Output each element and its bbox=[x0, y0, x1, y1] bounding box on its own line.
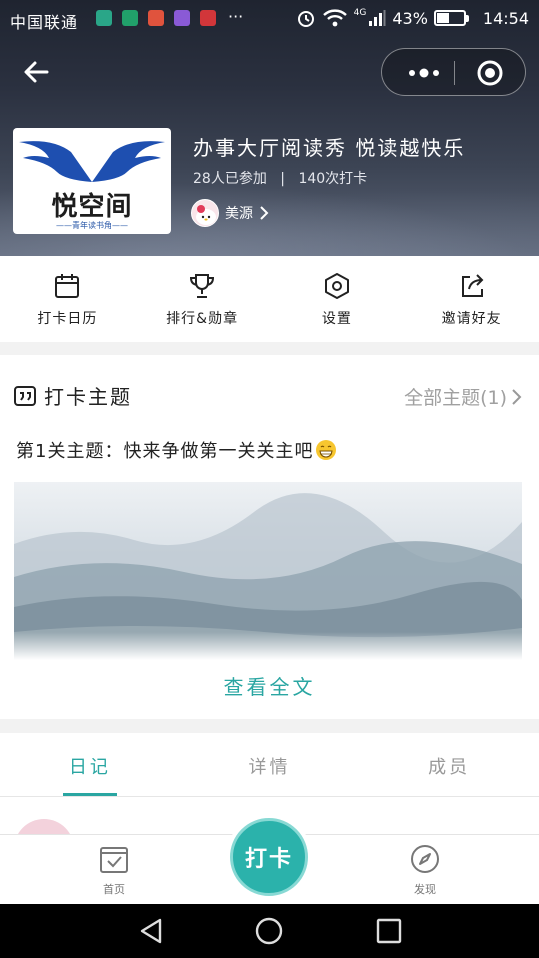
settings-button[interactable]: 设置 bbox=[270, 256, 405, 342]
group-owner[interactable]: 美源 bbox=[191, 199, 269, 227]
content-tabs: 日记 详情 成员 bbox=[0, 733, 539, 797]
tab-members[interactable]: 成员 bbox=[359, 733, 539, 796]
app-notification-icon bbox=[148, 10, 164, 26]
action-bar: 打卡日历 排行&勋章 设置 邀请好友 bbox=[0, 256, 539, 342]
app-notification-icon bbox=[96, 10, 112, 26]
logo-wordmark: 悦空间 bbox=[51, 192, 133, 222]
clock: 14:54 bbox=[482, 8, 529, 28]
system-recents-icon[interactable] bbox=[374, 916, 404, 946]
battery-icon bbox=[433, 10, 469, 26]
checkin-button[interactable]: 打卡 bbox=[226, 814, 312, 900]
checkin-count: 140次打卡 bbox=[298, 171, 368, 187]
app-notification-icon bbox=[200, 10, 216, 26]
action-label: 打卡日历 bbox=[37, 311, 98, 327]
quote-icon bbox=[14, 385, 36, 406]
alarm-icon bbox=[297, 11, 314, 27]
read-full-text-link[interactable]: 查看全文 bbox=[0, 671, 539, 700]
wifi-icon bbox=[322, 9, 347, 27]
share-icon bbox=[461, 274, 484, 297]
more-notifications-icon: ··· bbox=[228, 7, 244, 26]
calendar-icon bbox=[55, 274, 80, 298]
status-bar: 中国联通 ··· 4G 43% 14:54 bbox=[0, 0, 539, 38]
topic-header: 打卡主题 bbox=[14, 381, 132, 410]
group-stats: 28人已参加 | 140次打卡 bbox=[193, 168, 367, 188]
home-checkbox-icon bbox=[100, 847, 128, 873]
nav-home[interactable]: 首页 bbox=[74, 843, 154, 897]
chevron-right-icon bbox=[260, 206, 269, 220]
topic-cover-image bbox=[14, 482, 522, 660]
topic-title: 第1关主题：快来争做第一关关主吧 bbox=[16, 437, 337, 463]
network-type-label: 4G bbox=[353, 8, 367, 18]
owner-avatar bbox=[191, 199, 219, 227]
action-label: 排行&勋章 bbox=[166, 311, 239, 327]
system-nav-bar bbox=[0, 904, 539, 958]
checkin-calendar-button[interactable]: 打卡日历 bbox=[0, 256, 135, 342]
logo-tagline: ——青年读书角—— bbox=[56, 221, 128, 230]
miniprogram-capsule bbox=[381, 48, 526, 96]
checkin-label: 打卡 bbox=[230, 818, 308, 896]
close-miniprogram-icon[interactable] bbox=[476, 59, 504, 87]
all-topics-label: 全部主题(1) bbox=[404, 387, 507, 409]
stats-separator: | bbox=[280, 171, 285, 187]
ranking-badges-button[interactable]: 排行&勋章 bbox=[135, 256, 270, 342]
settings-icon bbox=[324, 273, 349, 299]
group-logo: 悦空间 ——青年读书角—— bbox=[13, 128, 171, 234]
system-home-icon[interactable] bbox=[254, 916, 284, 946]
invite-friends-button[interactable]: 邀请好友 bbox=[404, 256, 539, 342]
nav-discover-label: 发现 bbox=[414, 883, 436, 896]
trophy-icon bbox=[190, 274, 215, 298]
carrier-label: 中国联通 bbox=[10, 13, 79, 32]
tab-details[interactable]: 详情 bbox=[180, 733, 360, 796]
group-title: 办事大厅阅读秀 悦读越快乐 bbox=[193, 136, 466, 160]
group-header: 中国联通 ··· 4G 43% 14:54 悦空间 ——青年读书角—— 办事大厅… bbox=[0, 0, 539, 256]
wings-logo-icon bbox=[19, 141, 165, 182]
owner-name: 美源 bbox=[225, 206, 253, 222]
chevron-right-icon bbox=[512, 388, 522, 405]
app-notification-icon bbox=[174, 10, 190, 26]
signal-icon bbox=[369, 10, 386, 26]
nav-discover[interactable]: 发现 bbox=[385, 843, 465, 897]
action-label: 设置 bbox=[321, 311, 352, 327]
system-back-icon[interactable] bbox=[136, 916, 166, 946]
app-notification-icon bbox=[122, 10, 138, 26]
all-topics-link[interactable]: 全部主题(1) bbox=[404, 383, 523, 410]
tab-diary[interactable]: 日记 bbox=[0, 733, 180, 796]
participant-count: 28人已参加 bbox=[193, 171, 267, 187]
topic-text: 第1关主题：快来争做第一关关主吧 bbox=[16, 441, 314, 462]
grin-emoji-icon bbox=[316, 440, 337, 460]
compass-icon bbox=[411, 845, 439, 873]
nav-home-label: 首页 bbox=[103, 883, 125, 896]
topic-heading: 打卡主题 bbox=[44, 385, 132, 409]
battery-percent: 43% bbox=[392, 8, 428, 28]
action-label: 邀请好友 bbox=[441, 311, 502, 327]
topic-card: 打卡主题 全部主题(1) 第1关主题：快来争做第一关关主吧 查看全文 bbox=[0, 355, 539, 719]
more-dots-icon[interactable] bbox=[404, 62, 444, 84]
back-arrow-icon[interactable] bbox=[22, 58, 50, 86]
